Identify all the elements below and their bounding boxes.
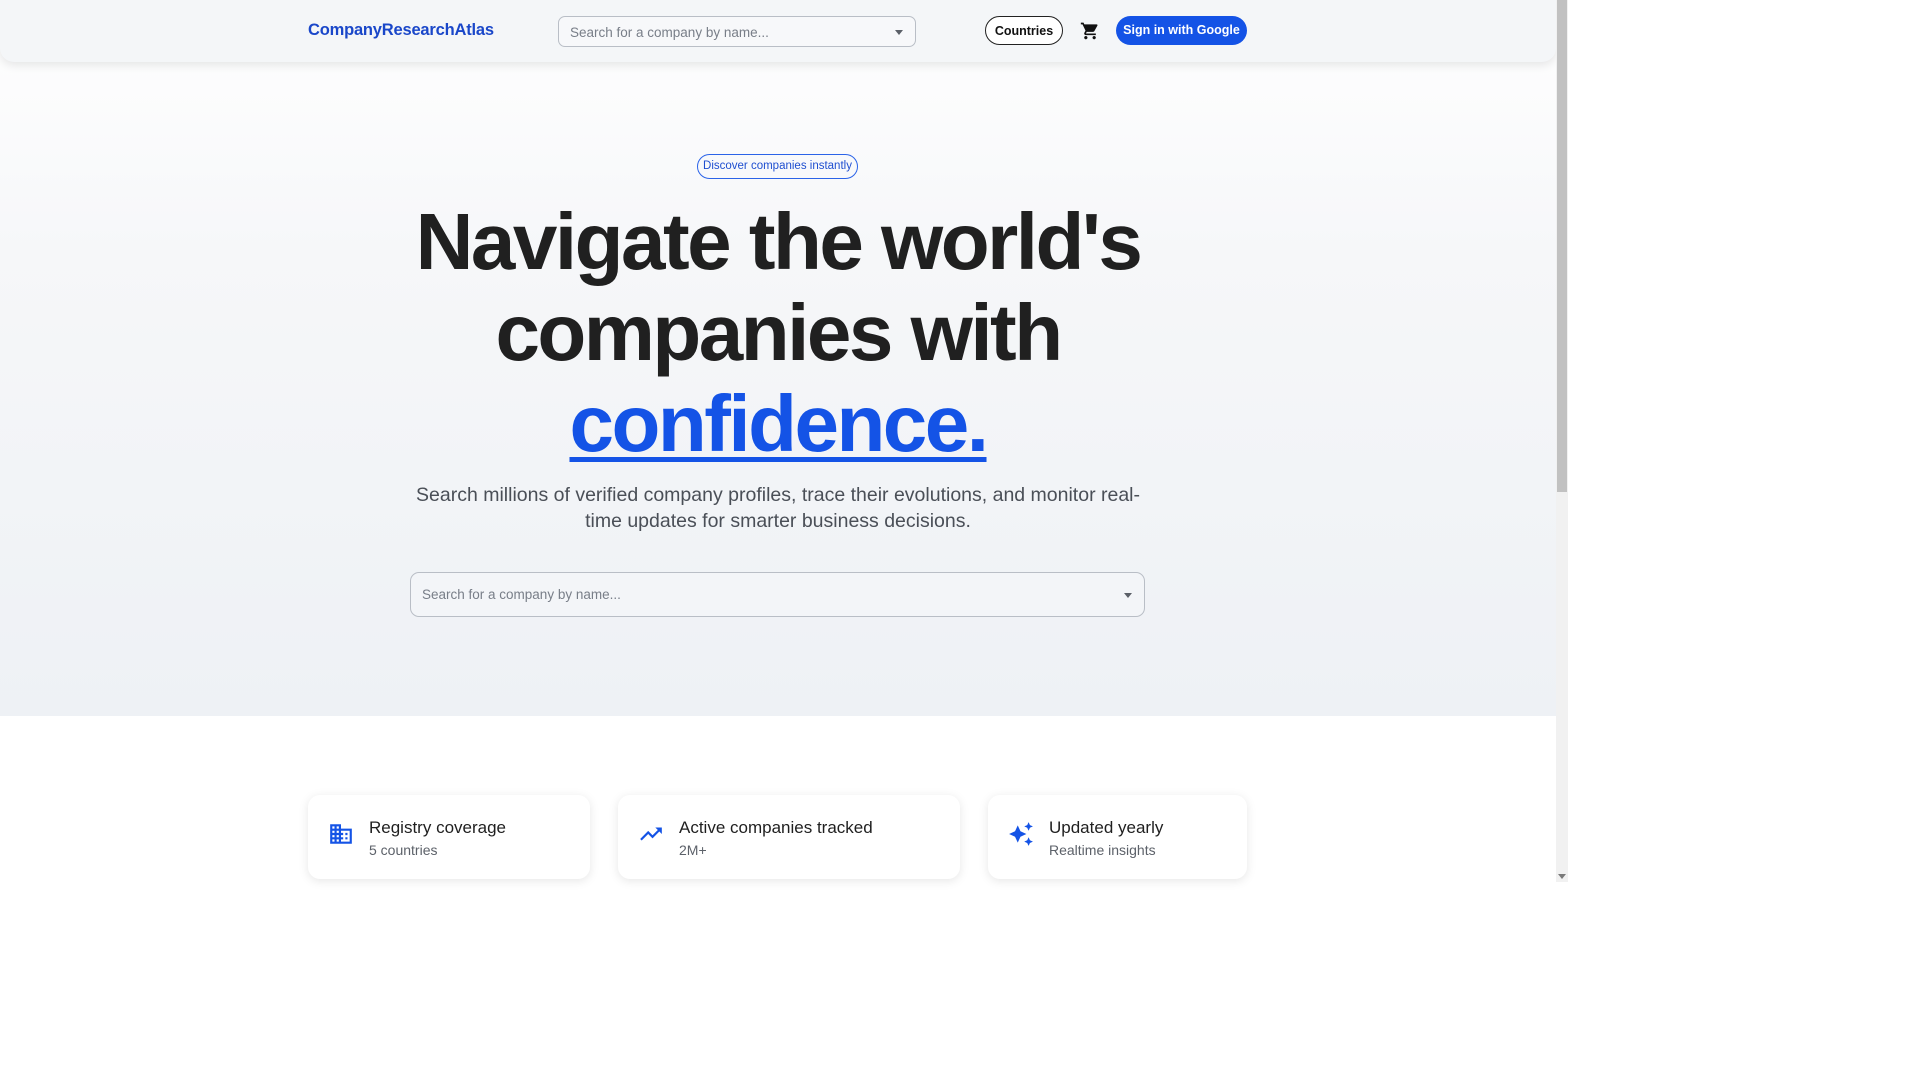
- scroll-down-icon[interactable]: [1558, 874, 1566, 879]
- stat-title: Registry coverage: [369, 818, 507, 837]
- top-navbar: CompanyResearchAtlas Search for a compan…: [0, 0, 1556, 62]
- stat-card-updated: Updated yearly Realtime insights: [988, 795, 1247, 879]
- chevron-down-icon[interactable]: [1124, 593, 1132, 598]
- headline-accent: confidence.: [569, 379, 989, 468]
- header-search-input[interactable]: Search for a company by name...: [558, 16, 916, 47]
- stat-title: Updated yearly: [1049, 818, 1164, 837]
- stat-value: 5 countries: [369, 842, 438, 858]
- scrollbar-thumb[interactable]: [1557, 0, 1567, 492]
- vertical-scrollbar[interactable]: [1556, 0, 1568, 882]
- logo[interactable]: CompanyResearchAtlas: [308, 21, 494, 40]
- stat-value: Realtime insights: [1049, 842, 1156, 858]
- trending-up-icon: [640, 827, 662, 841]
- chevron-down-icon[interactable]: [895, 30, 903, 35]
- cart-icon[interactable]: [1080, 21, 1100, 41]
- stat-title: Active companies tracked: [679, 818, 873, 837]
- hero-search-placeholder: Search for a company by name...: [422, 587, 621, 602]
- header-search-placeholder: Search for a company by name...: [570, 25, 769, 40]
- hero-headline: Navigate the world's companies with conf…: [378, 196, 1178, 469]
- page: CompanyResearchAtlas Search for a compan…: [0, 0, 1556, 882]
- sparkles-icon: [1009, 822, 1033, 846]
- headline-line-1: Navigate the world's: [415, 197, 1143, 286]
- headline-line-2: companies with: [495, 288, 1063, 377]
- countries-button[interactable]: Countries: [985, 16, 1063, 45]
- stat-value: 2M+: [679, 842, 707, 858]
- hero-search-input[interactable]: Search for a company by name...: [410, 572, 1145, 617]
- stat-card-active-companies: Active companies tracked 2M+: [618, 795, 960, 879]
- sign-in-google-button[interactable]: Sign in with Google: [1116, 16, 1247, 45]
- stat-card-registry: Registry coverage 5 countries: [308, 795, 590, 879]
- hero-subtitle: Search millions of verified company prof…: [416, 484, 1140, 532]
- discover-badge: Discover companies instantly: [697, 154, 858, 179]
- building-icon: [330, 824, 352, 844]
